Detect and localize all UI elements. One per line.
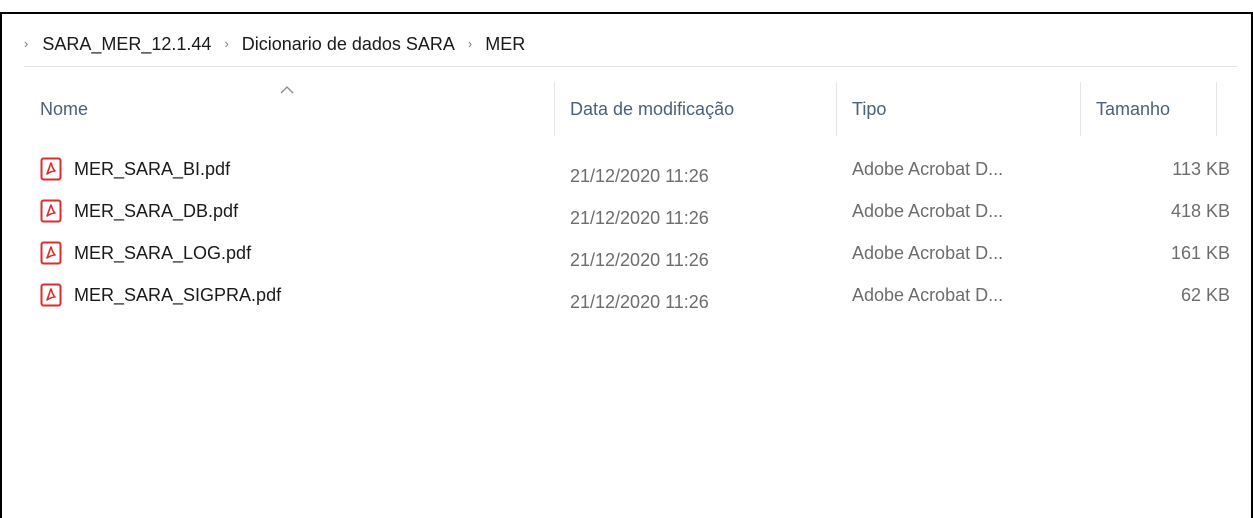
file-type: Adobe Acrobat D... xyxy=(852,200,1004,221)
file-name: MER_SARA_LOG.pdf xyxy=(74,242,252,263)
file-date: 21/12/2020 11:26 xyxy=(570,249,709,270)
file-type: Adobe Acrobat D... xyxy=(852,242,1004,263)
file-row[interactable]: MER_SARA_SIGPRA.pdf 21/12/2020 11:26 Ado… xyxy=(24,274,1239,316)
address-bar-divider xyxy=(24,66,1237,67)
chevron-right-icon[interactable]: › xyxy=(468,36,472,51)
pdf-icon xyxy=(40,241,62,265)
file-row[interactable]: MER_SARA_DB.pdf 21/12/2020 11:26 Adobe A… xyxy=(24,190,1239,232)
file-date: 21/12/2020 11:26 xyxy=(570,165,709,186)
chevron-right-icon[interactable]: › xyxy=(24,36,28,51)
file-size: 62 KB xyxy=(1180,284,1230,305)
column-divider[interactable] xyxy=(1216,82,1217,136)
chevron-right-icon[interactable]: › xyxy=(224,36,228,51)
file-row[interactable]: MER_SARA_LOG.pdf 21/12/2020 11:26 Adobe … xyxy=(24,232,1239,274)
file-size: 161 KB xyxy=(1170,242,1230,263)
column-header-name[interactable]: Nome xyxy=(24,82,554,136)
breadcrumb-item-sara-mer[interactable]: SARA_MER_12.1.44 xyxy=(42,34,211,55)
pdf-icon xyxy=(40,283,62,307)
column-headers: Nome Data de modificação Tipo Tamanho xyxy=(24,82,1239,136)
file-name: MER_SARA_BI.pdf xyxy=(74,158,231,179)
column-header-size[interactable]: Tamanho xyxy=(1080,82,1216,136)
file-explorer-window: › SARA_MER_12.1.44 › Dicionario de dados… xyxy=(0,12,1253,518)
pdf-icon xyxy=(40,157,62,181)
file-name-cell: MER_SARA_DB.pdf xyxy=(40,190,550,232)
file-date: 21/12/2020 11:26 xyxy=(570,207,709,228)
file-type: Adobe Acrobat D... xyxy=(852,158,1004,179)
file-name-cell: MER_SARA_LOG.pdf xyxy=(40,232,550,274)
file-name-cell: MER_SARA_BI.pdf xyxy=(40,148,550,190)
file-list: MER_SARA_BI.pdf 21/12/2020 11:26 Adobe A… xyxy=(24,148,1239,316)
file-name-cell: MER_SARA_SIGPRA.pdf xyxy=(40,274,550,316)
breadcrumb-item-mer[interactable]: MER xyxy=(485,34,525,55)
file-date: 21/12/2020 11:26 xyxy=(570,291,709,312)
file-size: 418 KB xyxy=(1170,200,1230,221)
file-name: MER_SARA_DB.pdf xyxy=(74,200,239,221)
column-header-date[interactable]: Data de modificação xyxy=(554,82,836,136)
column-header-type[interactable]: Tipo xyxy=(836,82,1080,136)
file-row[interactable]: MER_SARA_BI.pdf 21/12/2020 11:26 Adobe A… xyxy=(24,148,1239,190)
pdf-icon xyxy=(40,199,62,223)
file-name: MER_SARA_SIGPRA.pdf xyxy=(74,284,282,305)
file-type: Adobe Acrobat D... xyxy=(852,284,1004,305)
breadcrumb-item-dicionario[interactable]: Dicionario de dados SARA xyxy=(242,34,455,55)
file-size: 113 KB xyxy=(1172,158,1230,179)
breadcrumb: › SARA_MER_12.1.44 › Dicionario de dados… xyxy=(24,26,525,62)
